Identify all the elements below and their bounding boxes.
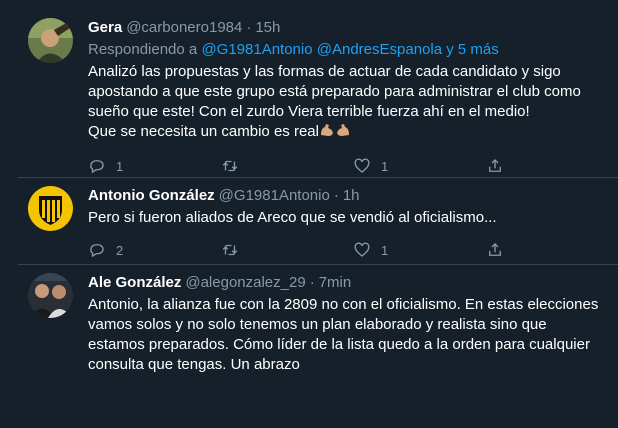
share-button[interactable] <box>486 157 618 175</box>
more-mentions-link[interactable]: y 5 más <box>446 41 499 58</box>
tweet-text-line: vamos solos y no solo tenemos un plan el… <box>88 316 547 333</box>
tweet-text-line: sueño que este! Con el zurdo Viera terri… <box>88 103 530 120</box>
tweet-text: Antonio, la alianza fue con la 2809 no c… <box>88 295 618 375</box>
tweet-text: Pero si fueron aliados de Areco que se v… <box>88 208 618 228</box>
reply-button[interactable]: 1 <box>88 157 221 175</box>
flexed-biceps-icon <box>320 124 333 136</box>
like-icon <box>354 158 370 173</box>
reply-count: 1 <box>116 158 124 174</box>
share-icon <box>488 159 501 172</box>
tweet-text-line-last: Que se necesita un cambio es real <box>88 122 618 142</box>
replying-to: Respondiendo a @G1981Antonio @AndresEspa… <box>88 40 618 60</box>
separator-dot: · <box>333 187 339 204</box>
tweet-gera[interactable]: Gera @carbonero1984 · 15h Respondiendo a… <box>18 6 618 178</box>
avatar-antonio[interactable] <box>28 186 73 231</box>
author-name[interactable]: Ale González <box>88 273 181 293</box>
retweet-button[interactable] <box>221 241 354 259</box>
retweet-icon <box>222 160 237 172</box>
reply-button[interactable]: 2 <box>88 241 221 259</box>
avatar-gera[interactable] <box>28 18 73 63</box>
tweet-text-line: Antonio, la alianza fue con la 2809 no c… <box>88 296 599 313</box>
flexed-biceps-icon <box>336 124 349 136</box>
tweet-ale[interactable]: Ale González @alegonzalez_29 · 7min Anto… <box>18 265 618 428</box>
tweet-text-line: estamos preparados. Cómo líder de la lis… <box>88 336 590 353</box>
tweet-text: Analizó las propuestas y las formas de a… <box>88 62 618 142</box>
author-handle[interactable]: @alegonzalez_29 <box>185 273 305 293</box>
share-button[interactable] <box>486 241 618 259</box>
timestamp[interactable]: 1h <box>343 186 360 206</box>
author-name[interactable]: Antonio González <box>88 186 215 206</box>
share-icon <box>488 243 501 256</box>
tweet-actions: 2 1 <box>88 240 618 260</box>
tweet-text-line: consulta que tengas. Un abrazo <box>88 356 300 373</box>
reply-icon <box>90 244 104 258</box>
retweet-button[interactable] <box>221 157 354 175</box>
like-count: 1 <box>381 242 389 258</box>
tweet-text-line: apostando a que este grupo está preparad… <box>88 83 581 100</box>
timestamp[interactable]: 15h <box>255 18 280 38</box>
tweet-actions: 1 1 <box>88 156 618 176</box>
avatar-ale[interactable] <box>28 273 73 318</box>
tweet-text-line: Pero si fueron aliados de Areco que se v… <box>88 209 497 226</box>
author-handle[interactable]: @G1981Antonio <box>219 186 330 206</box>
like-button[interactable]: 1 <box>353 157 486 175</box>
mention-link[interactable]: @G1981Antonio <box>201 41 312 58</box>
like-icon <box>354 242 370 257</box>
tweet-text-line: Analizó las propuestas y las formas de a… <box>88 63 561 80</box>
tweet-antonio[interactable]: Antonio González @G1981Antonio · 1h Pero… <box>18 178 618 264</box>
like-count: 1 <box>381 158 389 174</box>
like-button[interactable]: 1 <box>353 241 486 259</box>
separator-dot: · <box>309 274 315 291</box>
retweet-icon <box>222 244 237 256</box>
mention-link[interactable]: @AndresEspanola <box>317 41 442 58</box>
replying-to-label: Respondiendo a <box>88 41 198 58</box>
separator-dot: · <box>246 19 252 36</box>
author-handle[interactable]: @carbonero1984 <box>126 18 242 38</box>
reply-count: 2 <box>116 242 124 258</box>
timestamp[interactable]: 7min <box>319 273 352 293</box>
author-name[interactable]: Gera <box>88 18 122 38</box>
reply-icon <box>90 160 104 174</box>
